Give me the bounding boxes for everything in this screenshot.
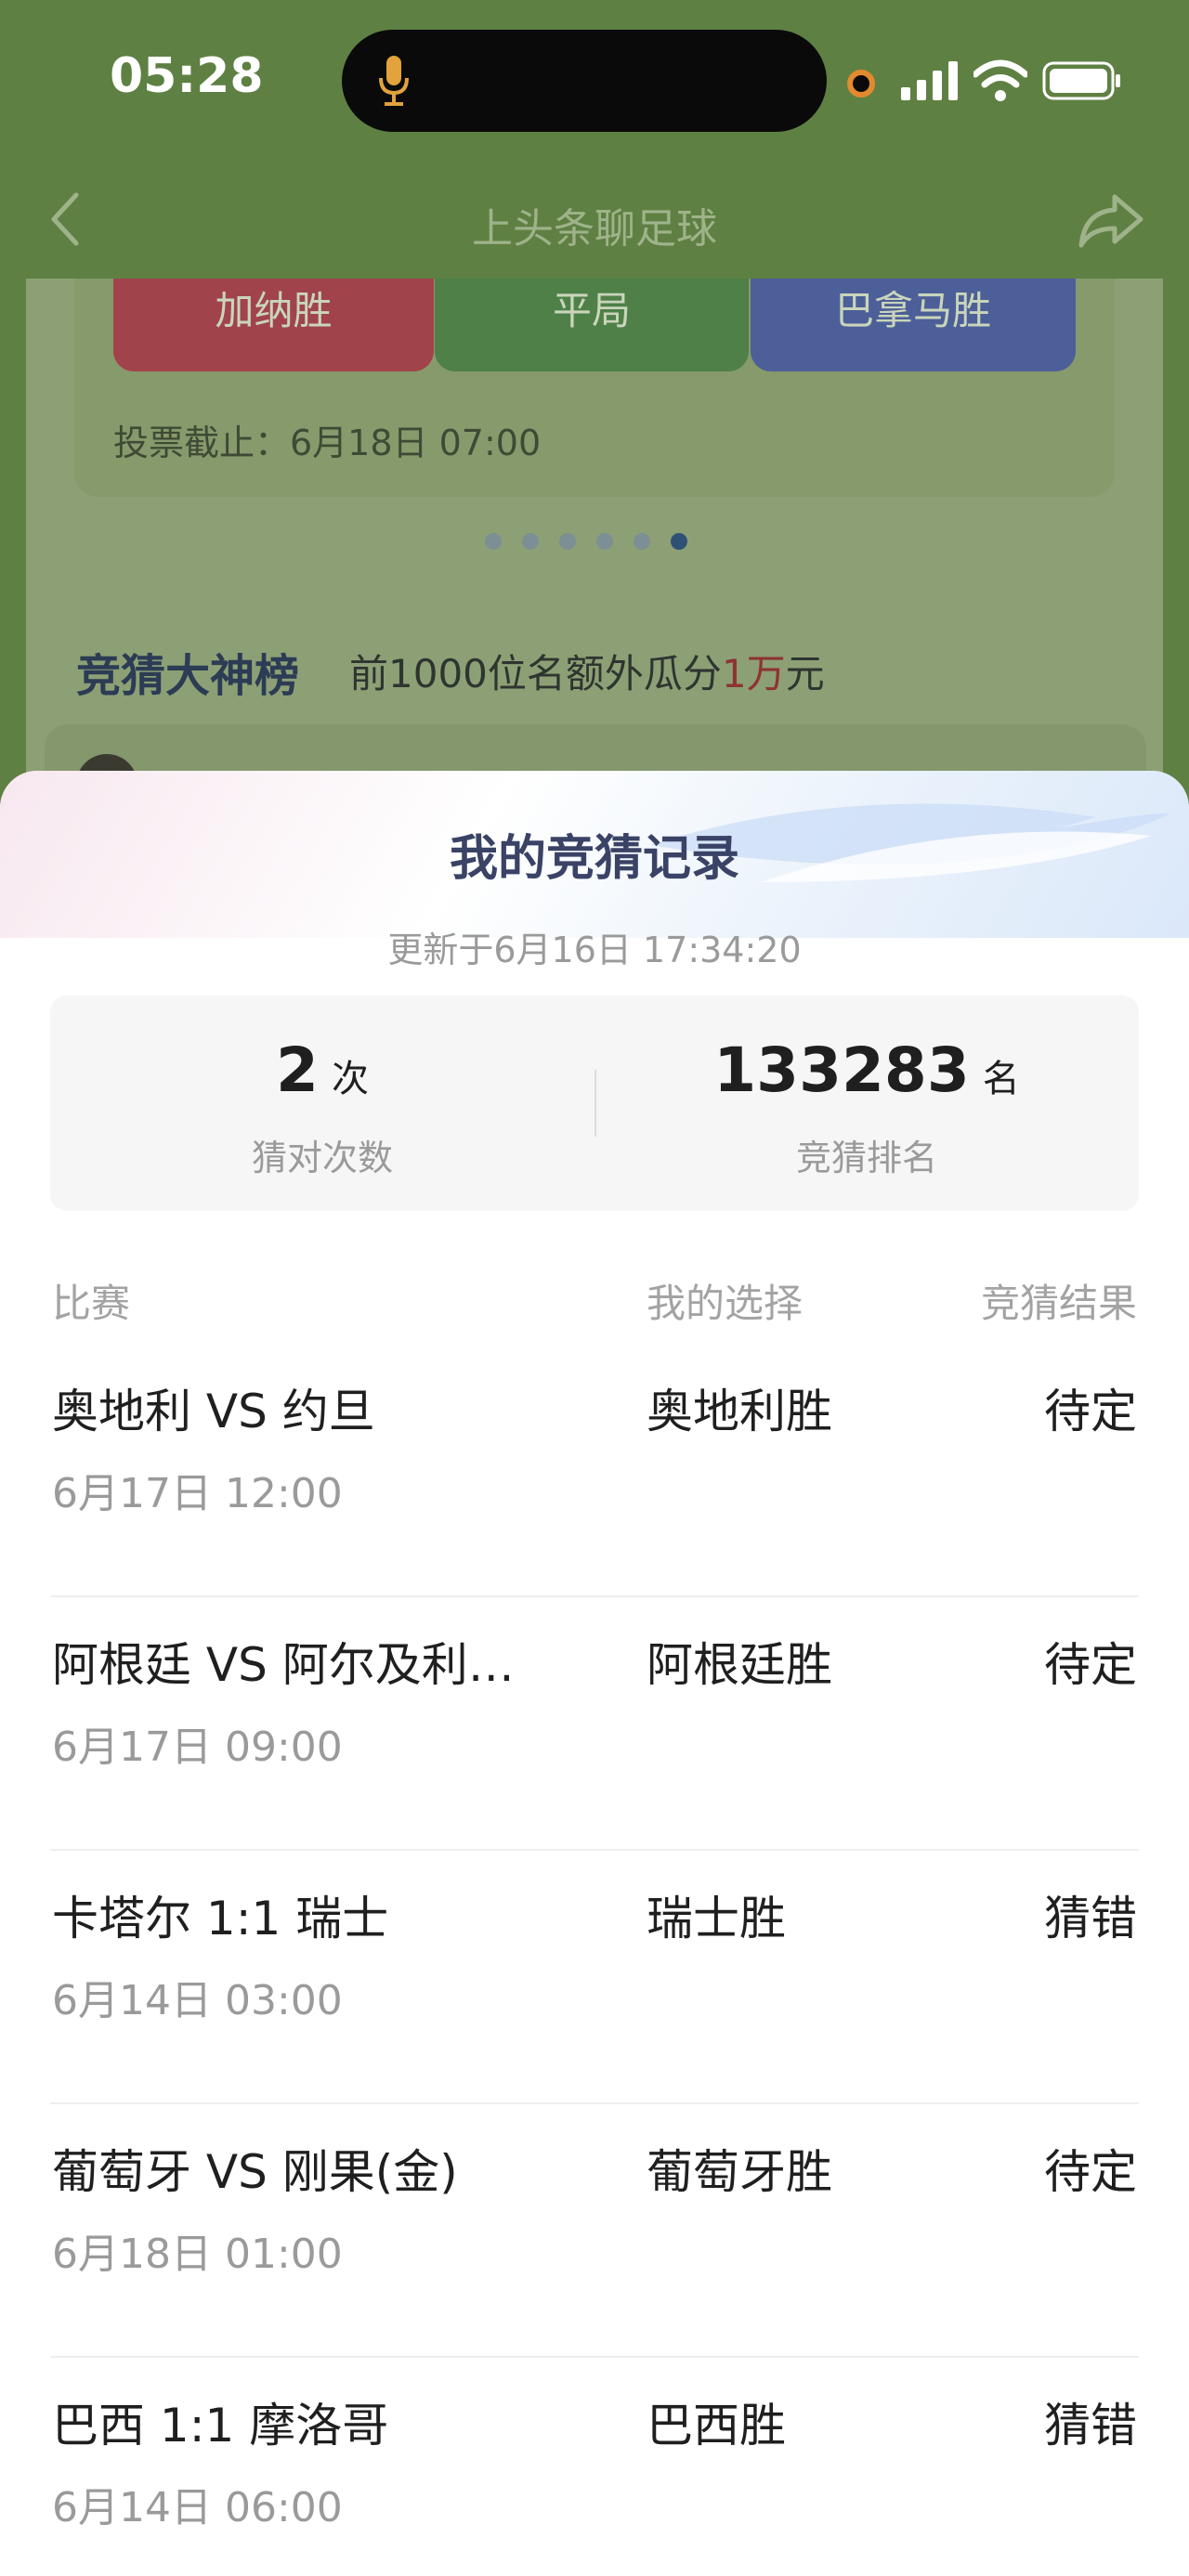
guess-result: 猜错: [1044, 1892, 1137, 1945]
match-name: 卡塔尔 1:1 瑞士: [52, 1892, 389, 1945]
guess-result: 待定: [1044, 1638, 1137, 1692]
match-datetime: 6月14日 03:00: [52, 1977, 343, 2024]
stats-panel: 2次 猜对次数 133283 名 竞猜排名: [50, 995, 1139, 1211]
cellular-signal-icon: [901, 61, 958, 100]
pagination-dot[interactable]: [559, 533, 576, 550]
guess-result: 猜错: [1044, 2399, 1137, 2452]
sheet-title: 我的竞猜记录: [449, 831, 739, 887]
vote-option-draw[interactable]: 平局: [435, 279, 749, 371]
guess-record-sheet: 我的竞猜记录 更新于6月16日 17:34:20 2次 猜对次数 133283 名…: [0, 771, 1189, 2576]
vote-option-ghana[interactable]: 加纳胜: [113, 279, 434, 371]
leaderboard-sub-prefix: 前1000位名额外瓜分: [349, 651, 722, 696]
my-choice: 奥地利胜: [647, 1385, 832, 1438]
row-divider: [50, 2356, 1139, 2358]
column-header-match: 比赛: [52, 1281, 131, 1326]
dynamic-island: [342, 30, 827, 132]
vote-deadline: 投票截止：6月18日 07:00: [113, 423, 542, 463]
table-row[interactable]: 卡塔尔 1:1 瑞士 6月14日 03:00 瑞士胜 猜错: [50, 1881, 1139, 2136]
my-choice: 巴西胜: [647, 2399, 786, 2452]
leaderboard-sub-highlight: 1万: [721, 651, 786, 696]
pagination-dot[interactable]: [485, 533, 502, 550]
my-choice: 葡萄牙胜: [647, 2145, 832, 2199]
table-row[interactable]: 阿根廷 VS 阿尔及利… 6月17日 09:00 阿根廷胜 待定: [50, 1628, 1139, 1882]
updated-time: 更新于6月16日 17:34:20: [387, 930, 802, 970]
column-header-result: 竞猜结果: [980, 1281, 1137, 1326]
stat-rank: 133283 名 竞猜排名: [594, 995, 1139, 1211]
stat-correct: 2次 猜对次数: [50, 995, 594, 1211]
stat-rank-value: 133283 名: [594, 1034, 1139, 1106]
column-header-choice: 我的选择: [647, 1281, 804, 1326]
match-datetime: 6月18日 01:00: [52, 2231, 343, 2278]
row-divider: [50, 1849, 1139, 1851]
match-name: 阿根廷 VS 阿尔及利…: [52, 1638, 515, 1692]
match-name: 奥地利 VS 约旦: [52, 1385, 375, 1438]
microphone-icon: [379, 56, 409, 106]
correct-count: 2: [276, 1034, 319, 1106]
my-choice: 瑞士胜: [647, 1892, 786, 1945]
table-row[interactable]: 奥地利 VS 约旦 6月17日 12:00 奥地利胜 待定: [50, 1374, 1139, 1629]
my-choice: 阿根廷胜: [647, 1638, 832, 1692]
match-datetime: 6月14日 06:00: [52, 2484, 343, 2531]
leaderboard-title: 竞猜大神榜: [76, 650, 300, 702]
recording-indicator-icon: [847, 70, 875, 98]
screen: 05:28 上头条聊足球 加纳胜 平局 巴拿马胜 投票截止：6月18日 07:0…: [0, 0, 1189, 2576]
match-name: 葡萄牙 VS 刚果(金): [52, 2145, 458, 2199]
pagination-dot-active[interactable]: [671, 533, 687, 550]
rank-number: 133283: [713, 1034, 970, 1106]
match-datetime: 6月17日 12:00: [52, 1470, 343, 1517]
vote-option-panama[interactable]: 巴拿马胜: [751, 279, 1076, 371]
wifi-icon: [973, 59, 1027, 101]
row-divider: [50, 2102, 1139, 2104]
share-icon[interactable]: [1078, 191, 1144, 249]
correct-label: 猜对次数: [251, 1138, 393, 1178]
rank-unit: 名: [982, 1058, 1020, 1100]
match-name: 巴西 1:1 摩洛哥: [52, 2399, 389, 2452]
match-datetime: 6月17日 09:00: [52, 1724, 343, 1771]
leaderboard-sub-suffix: 元: [785, 651, 825, 696]
status-time: 05:28: [110, 48, 264, 104]
battery-icon: [1042, 61, 1120, 100]
row-divider: [50, 1595, 1139, 1597]
pagination-dot[interactable]: [522, 533, 539, 550]
page-title: 上头条聊足球: [472, 205, 717, 253]
rank-label: 竞猜排名: [795, 1138, 937, 1178]
status-bar: 05:28: [0, 0, 1189, 167]
table-row[interactable]: 葡萄牙 VS 刚果(金) 6月18日 01:00 葡萄牙胜 待定: [50, 2135, 1139, 2389]
guess-result: 待定: [1044, 2145, 1137, 2199]
correct-unit: 次: [331, 1058, 369, 1100]
pagination-dot[interactable]: [596, 533, 613, 550]
carousel-pagination: [485, 533, 708, 553]
guess-result: 待定: [1044, 1385, 1137, 1438]
table-row[interactable]: 巴西 1:1 摩洛哥 6月14日 06:00 巴西胜 猜错: [50, 2388, 1139, 2576]
leaderboard-subtitle: 前1000位名额外瓜分1万元: [349, 643, 825, 699]
pagination-dot[interactable]: [634, 533, 650, 550]
stat-correct-value: 2次: [50, 1034, 594, 1106]
